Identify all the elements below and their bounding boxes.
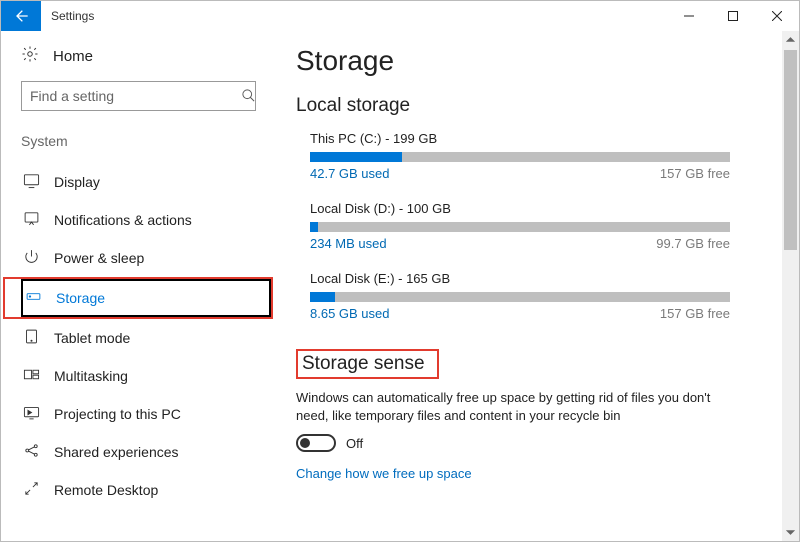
sidebar-item-remote[interactable]: Remote Desktop [21, 471, 266, 509]
search-box[interactable] [21, 81, 266, 111]
sidebar-item-label: Remote Desktop [54, 482, 158, 498]
sidebar-item-label: Multitasking [54, 368, 128, 384]
disk-bar-fill [310, 292, 335, 302]
disk-used: 8.65 GB used [310, 306, 390, 321]
sidebar-item-label: Shared experiences [54, 444, 179, 460]
main-panel: Storage Local storage This PC (C:) - 199… [276, 31, 782, 541]
disk-body: This PC (C:) - 199 GB 42.7 GB used 157 G… [310, 131, 752, 181]
sidebar-item-projecting[interactable]: Projecting to this PC [21, 395, 266, 433]
search-input[interactable] [21, 81, 256, 111]
toggle-state-label: Off [346, 436, 363, 451]
disk-item-c[interactable]: This PC (C:) - 199 GB 42.7 GB used 157 G… [296, 131, 752, 181]
storage-sense-toggle-row: Off [296, 434, 752, 452]
home-label: Home [53, 48, 93, 65]
notifications-icon [23, 210, 40, 230]
tablet-icon [23, 328, 40, 348]
section-label: System [21, 133, 266, 149]
sidebar-item-tablet[interactable]: Tablet mode [21, 319, 266, 357]
local-storage-heading: Local storage [296, 95, 752, 117]
sidebar-item-notifications[interactable]: Notifications & actions [21, 201, 266, 239]
storage-sense-heading: Storage sense [302, 353, 425, 374]
annotation-highlight-storage: Storage [3, 277, 273, 319]
multitasking-icon [23, 366, 40, 386]
disk-bar [310, 222, 730, 232]
scrollbar[interactable] [782, 31, 799, 541]
disk-free: 157 GB free [660, 166, 730, 181]
sidebar-item-display[interactable]: Display [21, 163, 266, 201]
remote-icon [23, 480, 40, 500]
main-wrap: Storage Local storage This PC (C:) - 199… [276, 31, 799, 541]
disk-meta: 8.65 GB used 157 GB free [310, 306, 730, 321]
disk-body: Local Disk (D:) - 100 GB 234 MB used 99.… [310, 201, 752, 251]
search-icon [241, 88, 256, 106]
display-icon [23, 172, 40, 192]
storage-sense-description: Windows can automatically free up space … [296, 389, 726, 424]
disk-bar-fill [310, 152, 402, 162]
scroll-up-button[interactable] [782, 31, 799, 48]
minimize-button[interactable] [667, 1, 711, 31]
toggle-knob [300, 438, 310, 448]
disk-item-d[interactable]: Local Disk (D:) - 100 GB 234 MB used 99.… [296, 201, 752, 251]
scroll-down-button[interactable] [782, 524, 799, 541]
disk-meta: 42.7 GB used 157 GB free [310, 166, 730, 181]
projecting-icon [23, 404, 40, 424]
close-button[interactable] [755, 1, 799, 31]
disk-meta: 234 MB used 99.7 GB free [310, 236, 730, 251]
window-title: Settings [41, 1, 104, 31]
change-free-space-link[interactable]: Change how we free up space [296, 466, 752, 481]
sidebar-item-multitasking[interactable]: Multitasking [21, 357, 266, 395]
disk-title: Local Disk (D:) - 100 GB [310, 201, 752, 216]
sidebar: Home System Display Notifications & acti… [1, 31, 276, 541]
sidebar-item-label: Tablet mode [54, 330, 130, 346]
annotation-highlight-sense: Storage sense [296, 349, 439, 379]
disk-body: Local Disk (E:) - 165 GB 8.65 GB used 15… [310, 271, 752, 321]
gear-icon [21, 45, 39, 67]
sidebar-item-label: Display [54, 174, 100, 190]
sidebar-item-storage[interactable]: Storage [21, 279, 271, 317]
disk-free: 99.7 GB free [656, 236, 730, 251]
disk-item-e[interactable]: Local Disk (E:) - 165 GB 8.65 GB used 15… [296, 271, 752, 321]
disk-title: This PC (C:) - 199 GB [310, 131, 752, 146]
sidebar-item-label: Power & sleep [54, 250, 144, 266]
sidebar-item-label: Storage [56, 290, 105, 306]
disk-bar [310, 152, 730, 162]
scroll-thumb[interactable] [784, 50, 797, 250]
disk-bar-fill [310, 222, 318, 232]
disk-used: 234 MB used [310, 236, 387, 251]
sidebar-item-shared[interactable]: Shared experiences [21, 433, 266, 471]
title-spacer [104, 1, 667, 31]
sidebar-item-label: Notifications & actions [54, 212, 192, 228]
disk-bar [310, 292, 730, 302]
maximize-button[interactable] [711, 1, 755, 31]
disk-title: Local Disk (E:) - 165 GB [310, 271, 752, 286]
storage-sense-toggle[interactable] [296, 434, 336, 452]
home-link[interactable]: Home [21, 45, 266, 67]
storage-icon [25, 288, 42, 308]
titlebar: Settings [1, 1, 799, 31]
sidebar-item-label: Projecting to this PC [54, 406, 181, 422]
sidebar-item-power[interactable]: Power & sleep [21, 239, 266, 277]
page-title: Storage [296, 45, 752, 77]
power-icon [23, 248, 40, 268]
disk-used: 42.7 GB used [310, 166, 390, 181]
shared-icon [23, 442, 40, 462]
back-button[interactable] [1, 1, 41, 31]
disk-free: 157 GB free [660, 306, 730, 321]
content-area: Home System Display Notifications & acti… [1, 31, 799, 541]
